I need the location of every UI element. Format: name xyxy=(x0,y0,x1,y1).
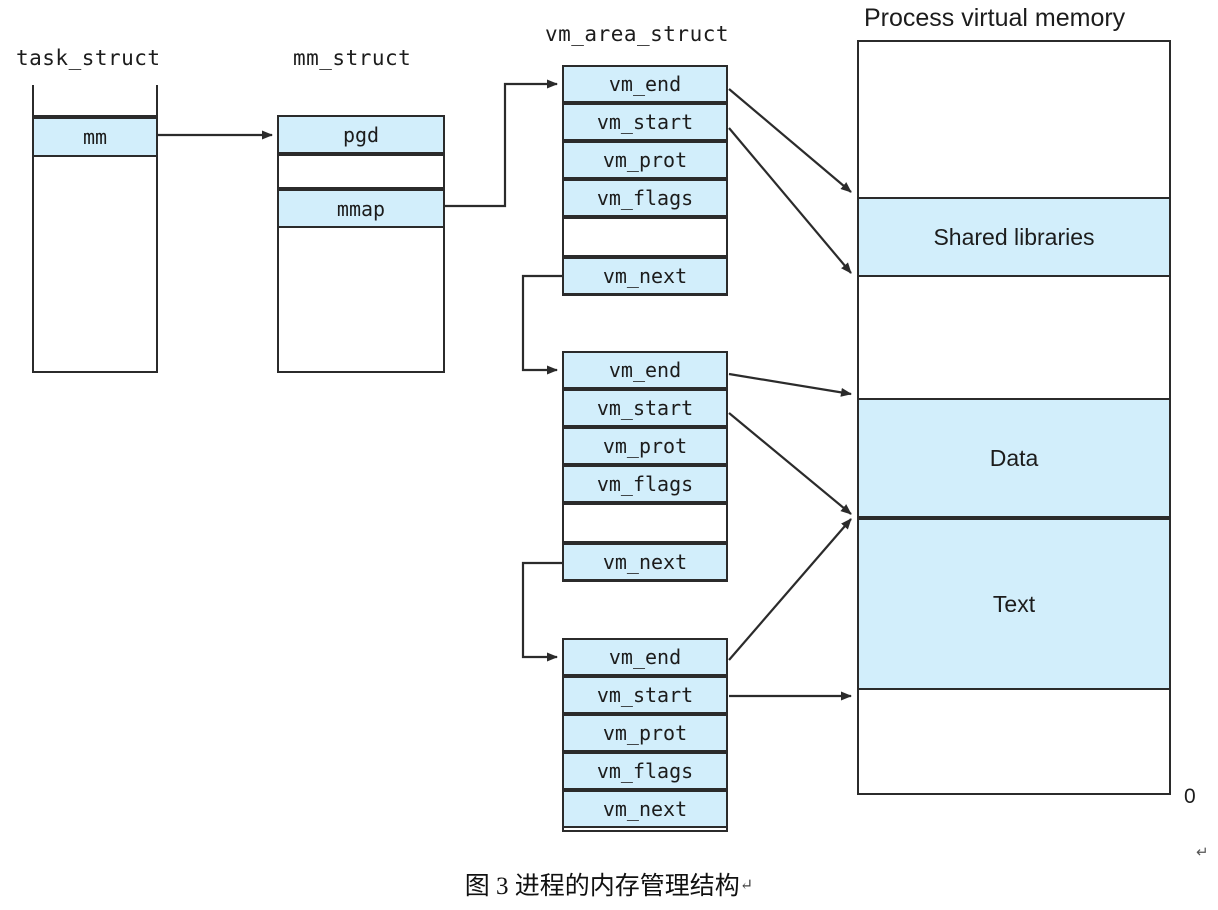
vma-1-box: vm_end vm_start vm_prot vm_flags vm_next xyxy=(562,65,728,296)
arrow-vma2-next-to-vma3 xyxy=(521,561,562,662)
figure-caption-text: 图 3 进程的内存管理结构 xyxy=(464,873,740,900)
vma-2-field-vm-start: vm_start xyxy=(564,389,726,427)
memory-segment-text: Text xyxy=(859,518,1169,690)
vma-3-box: vm_end vm_start vm_prot vm_flags vm_next xyxy=(562,638,728,832)
vma-1-field-vm-prot: vm_prot xyxy=(564,141,726,179)
vma-2-box: vm_end vm_start vm_prot vm_flags vm_next xyxy=(562,351,728,582)
vma-1-field-blank xyxy=(564,217,726,257)
arrow-vma1-vm-end-to-memory xyxy=(728,88,852,193)
memory-bottom-address-label: 0 xyxy=(1184,785,1196,808)
mm-struct-title: mm_struct xyxy=(293,46,412,70)
arrow-vma2-vm-end-to-memory xyxy=(728,372,852,397)
vma-3-field-vm-prot: vm_prot xyxy=(564,714,726,752)
task-struct-field-blank-top xyxy=(34,85,156,117)
vma-2-field-blank xyxy=(564,503,726,543)
caption-pilcrow-mark: ↵ xyxy=(739,877,754,894)
figure-caption: 图 3 进程的内存管理结构↵ xyxy=(0,866,1218,902)
vm-area-struct-title: vm_area_struct xyxy=(545,22,730,46)
figure-canvas: task_struct mm mm_struct pgd mmap vm_are… xyxy=(0,0,1218,910)
vma-3-field-vm-end: vm_end xyxy=(564,638,726,676)
task-struct-field-mm: mm xyxy=(34,117,156,157)
vma-2-field-vm-end: vm_end xyxy=(564,351,726,389)
mm-struct-box: pgd mmap xyxy=(277,115,445,373)
process-memory-title: Process virtual memory xyxy=(864,4,1126,32)
process-memory-box: Shared libraries Data Text xyxy=(857,40,1171,795)
vma-1-field-vm-next: vm_next xyxy=(564,257,726,295)
vma-3-field-vm-flags: vm_flags xyxy=(564,752,726,790)
mm-struct-field-pgd: pgd xyxy=(279,115,443,154)
mm-struct-field-mmap: mmap xyxy=(279,189,443,228)
task-struct-title: task_struct xyxy=(16,46,161,70)
vma-2-field-vm-prot: vm_prot xyxy=(564,427,726,465)
task-struct-box: mm xyxy=(32,85,158,373)
vma-1-field-vm-flags: vm_flags xyxy=(564,179,726,217)
vma-3-field-vm-next: vm_next xyxy=(564,790,726,828)
memory-segment-data: Data xyxy=(859,398,1169,518)
arrow-vma3-vm-end-to-memory xyxy=(728,518,852,661)
stray-paragraph-mark: ↵ xyxy=(1196,845,1209,861)
arrow-mmap-to-vma1 xyxy=(445,79,558,208)
vma-2-field-vm-flags: vm_flags xyxy=(564,465,726,503)
arrow-vma1-vm-start-to-memory xyxy=(728,127,852,274)
mm-struct-field-blank xyxy=(279,154,443,189)
vma-3-field-vm-start: vm_start xyxy=(564,676,726,714)
arrow-vma2-vm-start-to-memory xyxy=(728,412,852,515)
vma-1-field-vm-start: vm_start xyxy=(564,103,726,141)
vma-2-field-vm-next: vm_next xyxy=(564,543,726,581)
arrow-vma1-next-to-vma2 xyxy=(521,274,562,375)
vma-1-field-vm-end: vm_end xyxy=(564,65,726,103)
memory-segment-shared-libraries: Shared libraries xyxy=(859,197,1169,277)
